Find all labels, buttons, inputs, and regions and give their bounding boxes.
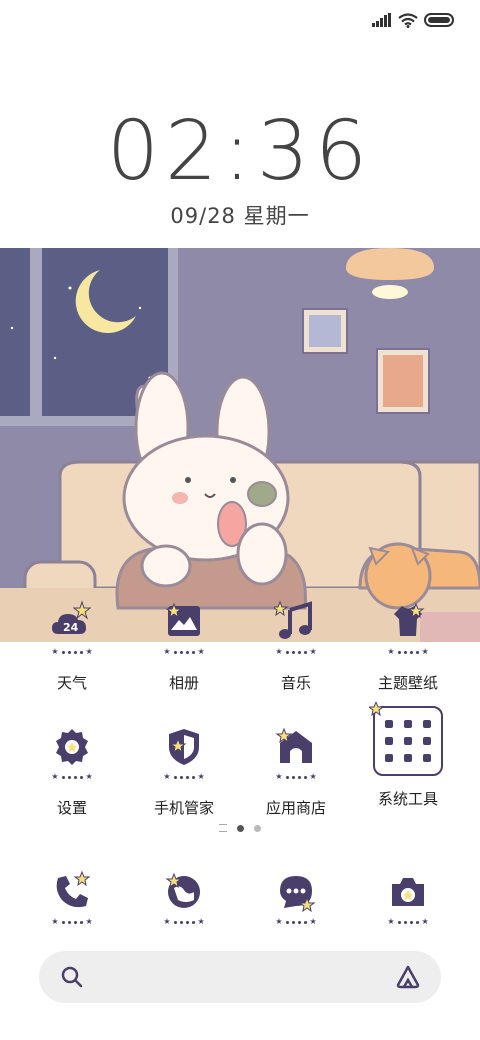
security-icon [162,725,206,769]
gallery-icon [162,600,206,644]
browser-icon [162,870,206,914]
status-bar [372,8,456,32]
dock-camera[interactable]: ★ ★ [348,870,468,926]
wifi-icon [398,12,418,28]
app-security[interactable]: ★ ★ 手机管家 [124,725,244,818]
phone-icon [50,870,94,914]
app-settings[interactable]: ★ ★ 设置 [12,725,132,818]
icon-dots: ★ ★ [163,647,205,656]
page-dot-menu[interactable] [219,824,227,832]
icon-dots: ★ ★ [387,917,429,926]
app-gallery[interactable]: ★ ★ 相册 [124,600,244,693]
dock-phone[interactable]: ★ ★ [12,870,132,926]
svg-text:24: 24 [63,621,79,634]
app-weather[interactable]: 24 ★ ★ 天气 [12,600,132,693]
icon-dots: ★ ★ [275,772,317,781]
app-label-weather: 天气 [56,675,87,692]
dock-messages[interactable]: ★ ★ [236,870,356,926]
icon-dots: ★ ★ [51,917,93,926]
app-store-icon [274,725,318,769]
app-label-system-tools: 系统工具 [377,791,438,808]
app-label-settings: 设置 [56,800,87,817]
battery-icon [424,13,454,27]
clock-time[interactable]: 02:36 [0,104,480,199]
app-label-themes: 主题壁纸 [377,675,438,692]
icon-dots: ★ ★ [275,917,317,926]
weather-icon: 24 [50,600,94,644]
app-music[interactable]: ★ ★ 音乐 [236,600,356,693]
music-icon [274,600,318,644]
icon-dots: ★ ★ [163,772,205,781]
wallpaper-illustration [0,248,480,642]
dock-browser[interactable]: ★ ★ [124,870,244,926]
themes-icon [386,600,430,644]
page-dot-active[interactable] [237,824,244,832]
icon-dots: ★ ★ [51,647,93,656]
app-store[interactable]: ★ ★ 应用商店 [236,725,356,818]
app-label-security: 手机管家 [153,800,214,817]
page-indicator[interactable] [0,824,480,832]
settings-icon [50,725,94,769]
assistant-icon[interactable] [395,964,421,990]
icon-dots: ★ ★ [51,772,93,781]
icon-dots: ★ ★ [275,647,317,656]
app-label-app-store: 应用商店 [265,800,326,817]
folder-icon [369,702,443,776]
search-icon[interactable] [61,966,83,988]
folder-system-tools[interactable]: 系统工具 [348,702,468,809]
camera-icon [386,870,430,914]
search-bar[interactable] [39,951,441,1003]
messages-icon [274,870,318,914]
icon-dots: ★ ★ [163,917,205,926]
signal-icon [372,13,391,27]
page-dot[interactable] [254,824,261,832]
app-themes[interactable]: ★ ★ 主题壁纸 [348,600,468,693]
clock-date[interactable]: 09/28 星期一 [0,200,480,230]
icon-dots: ★ ★ [387,647,429,656]
app-label-gallery: 相册 [168,675,199,692]
app-label-music: 音乐 [280,675,311,692]
